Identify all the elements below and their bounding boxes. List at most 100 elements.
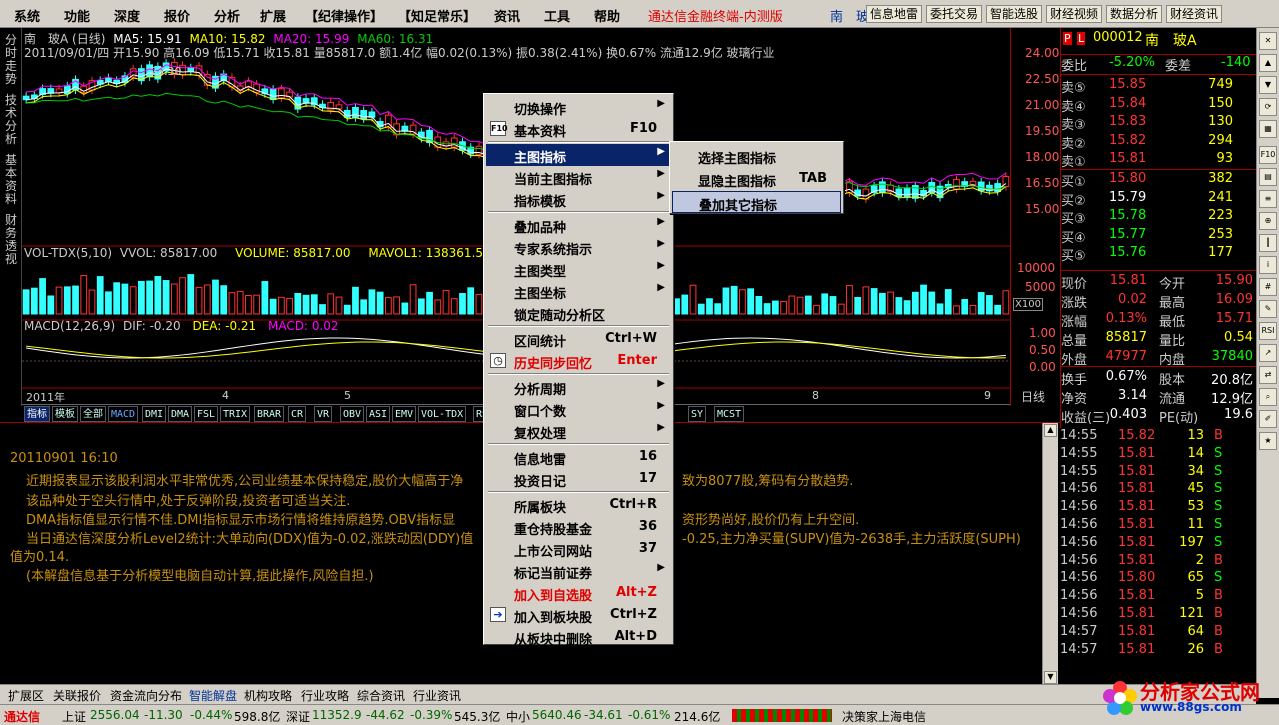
info-mine-button[interactable]: 信息地雷 [866, 5, 923, 23]
menu-item-17[interactable]: 窗口个数 ▶ [486, 398, 671, 420]
menu-content[interactable]: 【知足常乐】 [398, 6, 476, 25]
menu-news[interactable]: 资讯 [494, 6, 520, 25]
pen-icon[interactable]: ✐ [1259, 410, 1277, 428]
volume-bar [220, 285, 228, 315]
scroll-up-icon[interactable]: ▲ [1044, 424, 1057, 437]
data-analysis-button[interactable]: 数据分析 [1106, 5, 1163, 23]
smart-pick-button[interactable]: 智能选股 [986, 5, 1043, 23]
menu-item-16[interactable]: 分析周期 ▶ [486, 376, 671, 398]
tab-technical[interactable]: 技术分析 [4, 94, 18, 146]
indicator-tab-dmi[interactable]: DMI [142, 406, 167, 422]
tab-news[interactable]: 综合资讯 [357, 687, 405, 704]
candle [911, 181, 919, 203]
indicator-tab-emv[interactable]: EMV [392, 406, 417, 422]
indicator-tab-模板[interactable]: 模板 [52, 406, 78, 422]
down-arrow-icon[interactable]: ▼ [1259, 76, 1277, 94]
tab-related[interactable]: 关联报价 [53, 687, 101, 704]
menu-item-14[interactable]: ◷ 历史同步回忆 Enter [486, 350, 671, 372]
menu-item-9[interactable]: 主图类型 ▶ [486, 258, 671, 280]
compare-icon[interactable]: ⇄ [1259, 366, 1277, 384]
tab-capital-flow[interactable]: 资金流向分布 [110, 687, 182, 704]
indicator-tab-macd[interactable]: MACD [108, 406, 139, 422]
menu-item-7[interactable]: 叠加品种 ▶ [486, 214, 671, 236]
indicator-tab-obv[interactable]: OBV [340, 406, 365, 422]
search-icon[interactable]: ⌕ [1259, 388, 1277, 406]
info-icon[interactable]: i [1259, 256, 1277, 274]
indicator-tab-vol-tdx[interactable]: VOL-TDX [418, 406, 467, 422]
menu-item-10[interactable]: 主图坐标 ▶ [486, 280, 671, 302]
ohlc-line: 2011/09/01/四 开15.90 高16.09 低15.71 收15.81… [24, 46, 775, 60]
menu-item-23[interactable]: 所属板块 Ctrl+R [486, 494, 671, 516]
f10-icon[interactable]: F10 [1259, 146, 1277, 164]
indicator-tab-dma[interactable]: DMA [168, 406, 193, 422]
menu-item-25[interactable]: 上市公司网站 37 [486, 538, 671, 560]
indicator-tab-vr[interactable]: VR [314, 406, 333, 422]
indicator-tab-全部[interactable]: 全部 [80, 406, 106, 422]
menu-system[interactable]: 系统 [14, 6, 40, 25]
menu-item-21[interactable]: 投资日记 17 [486, 468, 671, 490]
menu-depth[interactable]: 深度 [114, 6, 140, 25]
menu-discipline[interactable]: 【纪律操作】 [305, 6, 383, 25]
menu-item-18[interactable]: 复权处理 ▶ [486, 420, 671, 442]
submenu-item-0[interactable]: 选择主图指标 [672, 145, 841, 167]
menu-item-1[interactable]: F10 基本资料 F10 [486, 118, 671, 140]
calc-icon[interactable]: # [1259, 278, 1277, 296]
star-icon[interactable]: ★ [1259, 432, 1277, 450]
indicator-tab-trix[interactable]: TRIX [220, 406, 251, 422]
menu-item-13[interactable]: 区间统计 Ctrl+W [486, 328, 671, 350]
menu-item-24[interactable]: 重仓持股基金 36 [486, 516, 671, 538]
tab-finance[interactable]: 财务透视 [4, 214, 18, 266]
stat-label: 最低 [1159, 315, 1186, 330]
menu-item-26[interactable]: 标记当前证券 ▶ [486, 560, 671, 582]
submenu-item-2[interactable]: 叠加其它指标 [672, 191, 841, 214]
trend-icon[interactable]: ↗ [1259, 344, 1277, 362]
menu-item-3[interactable]: 主图指标 ▶ [486, 144, 671, 166]
menu-item-8[interactable]: 专家系统指示 ▶ [486, 236, 671, 258]
indicator-tab-cr[interactable]: CR [288, 406, 307, 422]
tab-basic-info[interactable]: 基本资料 [4, 154, 18, 206]
grid-icon[interactable]: ▦ [1259, 120, 1277, 138]
menu-help[interactable]: 帮助 [594, 6, 620, 25]
indicator-tab-mcst[interactable]: MCST [714, 406, 745, 422]
volume-bar [236, 291, 244, 315]
indicator-tab-fsl[interactable]: FSL [194, 406, 219, 422]
chart-icon[interactable]: ▤ [1259, 168, 1277, 186]
draw-icon[interactable]: ✎ [1259, 300, 1277, 318]
finance-news-button[interactable]: 财经资讯 [1166, 5, 1223, 23]
tab-extend[interactable]: 扩展区 [8, 687, 44, 704]
indicator-tab-指标[interactable]: 指标 [24, 406, 50, 422]
indicator-tab-sy[interactable]: SY [688, 406, 707, 422]
tab-institution[interactable]: 机构攻略 [244, 687, 292, 704]
indicator-tab-asi[interactable]: ASI [366, 406, 391, 422]
info-scrollbar[interactable]: ▲ ▼ [1042, 423, 1058, 685]
tab-intraday[interactable]: 分时走势 [4, 34, 18, 86]
menu-item-11[interactable]: 锁定随动分析区 [486, 302, 671, 324]
trade-button[interactable]: 委托交易 [926, 5, 983, 23]
menu-item-5[interactable]: 指标模板 ▶ [486, 188, 671, 210]
scroll-down-icon[interactable]: ▼ [1044, 671, 1057, 684]
video-button[interactable]: 财经视频 [1046, 5, 1103, 23]
refresh-icon[interactable]: ⟳ [1259, 98, 1277, 116]
menu-item-27[interactable]: 加入到自选股 Alt+Z [486, 582, 671, 604]
menu-tools[interactable]: 工具 [544, 6, 570, 25]
menu-item-0[interactable]: 切换操作 ▶ [486, 96, 671, 118]
menu-extend[interactable]: 扩展 [260, 6, 286, 25]
tab-smart-analysis[interactable]: 智能解盘 [189, 687, 237, 704]
indicator-tab-brar[interactable]: BRAR [254, 406, 285, 422]
close-icon[interactable]: ✕ [1259, 32, 1277, 50]
up-arrow-icon[interactable]: ▲ [1259, 54, 1277, 72]
menu-quote[interactable]: 报价 [164, 6, 190, 25]
menu-analysis[interactable]: 分析 [214, 6, 240, 25]
tab-industry-news[interactable]: 行业资讯 [413, 687, 461, 704]
menu-item-28[interactable]: ➔ 加入到板块股 Ctrl+Z [486, 604, 671, 626]
tab-industry[interactable]: 行业攻略 [301, 687, 349, 704]
submenu-item-1[interactable]: 显隐主图指标 TAB [672, 168, 841, 190]
list-icon[interactable]: ≡ [1259, 190, 1277, 208]
menu-function[interactable]: 功能 [64, 6, 90, 25]
zoom-icon[interactable]: ⊕ [1259, 212, 1277, 230]
kline-icon[interactable]: ┃ [1259, 234, 1277, 252]
menu-item-29[interactable]: 从板块中删除 Alt+D [486, 626, 671, 648]
rsi-icon[interactable]: RSI [1259, 322, 1277, 340]
menu-item-20[interactable]: 信息地雷 16 [486, 446, 671, 468]
menu-item-4[interactable]: 当前主图指标 ▶ [486, 166, 671, 188]
